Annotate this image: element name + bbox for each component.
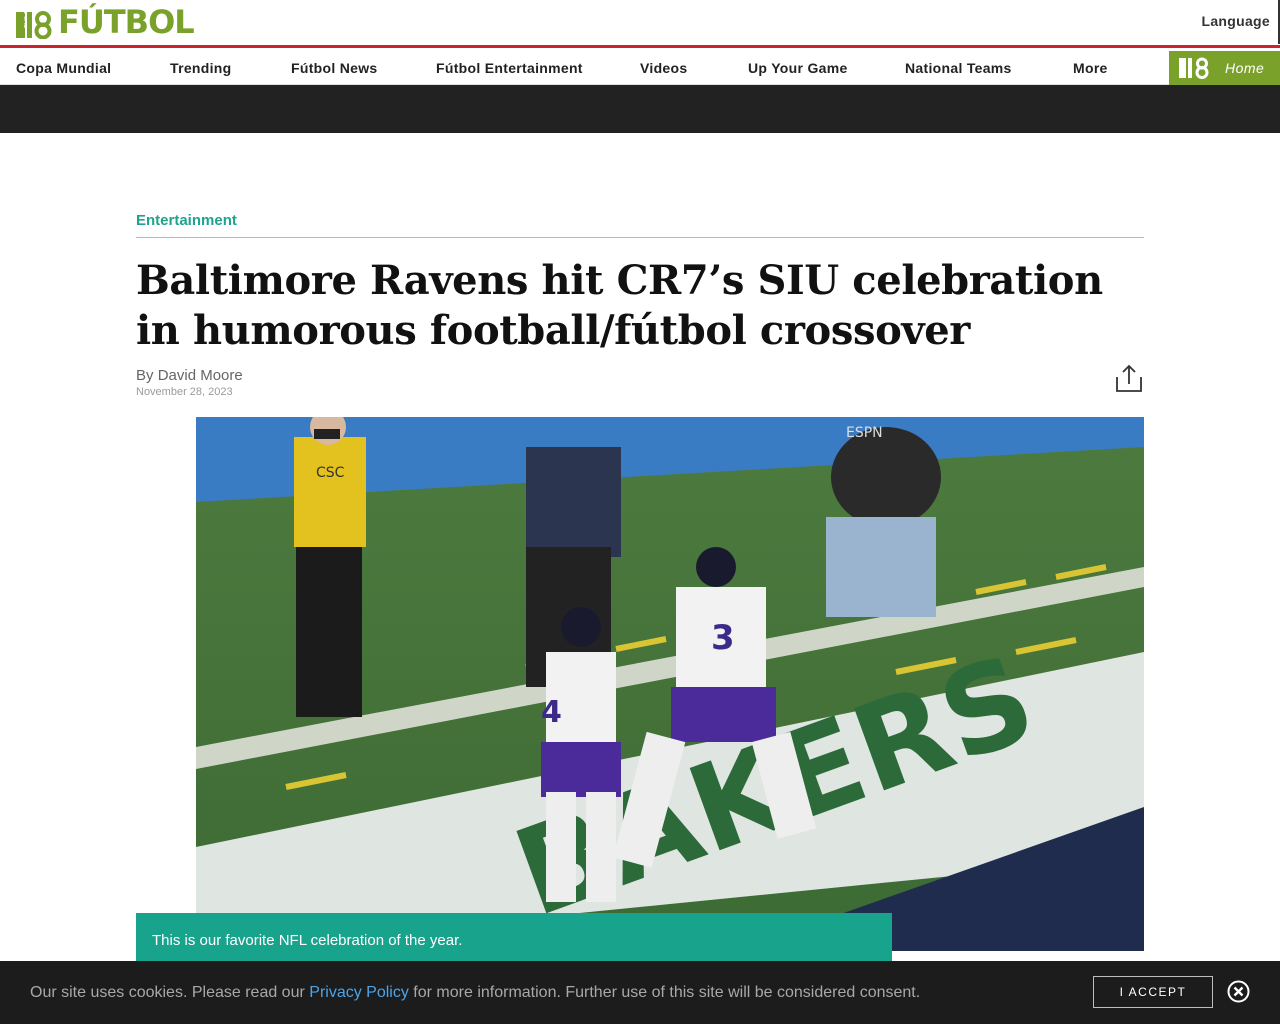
nav-item-futbol-entertainment[interactable]: Fútbol Entertainment bbox=[436, 60, 583, 76]
article-date: November 28, 2023 bbox=[136, 386, 233, 398]
svg-text:ESPN: ESPN bbox=[846, 425, 883, 441]
main-nav: Copa Mundial Trending Fútbol News Fútbol… bbox=[0, 51, 1280, 85]
nav-item-videos[interactable]: Videos bbox=[640, 60, 687, 76]
article-byline: By David Moore bbox=[136, 367, 243, 384]
privacy-policy-link[interactable]: Privacy Policy bbox=[309, 984, 409, 1001]
hero-photo: BAKERS CSC ESPN 3 bbox=[196, 417, 1144, 951]
image-caption: This is our favorite NFL celebration of … bbox=[136, 913, 892, 963]
nav-item-up-your-game[interactable]: Up Your Game bbox=[748, 60, 848, 76]
close-icon[interactable] bbox=[1227, 980, 1250, 1003]
nav-item-more[interactable]: More bbox=[1073, 60, 1108, 76]
accept-cookies-button[interactable]: I ACCEPT bbox=[1093, 976, 1213, 1008]
ad-band bbox=[0, 85, 1280, 133]
cookie-message: Our site uses cookies. Please read our P… bbox=[30, 984, 920, 1002]
article-hero-image: BAKERS CSC ESPN 3 bbox=[196, 417, 1144, 951]
byline-prefix: By bbox=[136, 367, 154, 384]
the18-logo-icon: THE 18 bbox=[16, 6, 52, 39]
language-selector[interactable]: Language bbox=[1201, 13, 1270, 29]
cookie-consent-bar: Our site uses cookies. Please read our P… bbox=[0, 961, 1280, 1024]
author-name[interactable]: David Moore bbox=[158, 367, 243, 384]
svg-text:CSC: CSC bbox=[316, 465, 345, 481]
nav-item-copa-mundial[interactable]: Copa Mundial bbox=[16, 60, 111, 76]
nav-item-futbol-news[interactable]: Fútbol News bbox=[291, 60, 378, 76]
share-icon[interactable] bbox=[1114, 364, 1144, 394]
category-divider bbox=[136, 237, 1144, 238]
cookie-text-after: for more information. Further use of thi… bbox=[413, 984, 921, 1001]
site-logo[interactable]: THE 18 FÚTBOL bbox=[16, 3, 195, 41]
svg-text:3: 3 bbox=[711, 618, 735, 658]
svg-text:4: 4 bbox=[541, 695, 562, 730]
logo-wordmark: FÚTBOL bbox=[58, 3, 195, 41]
article-headline: Baltimore Ravens hit CR7’s SIU celebrati… bbox=[136, 257, 1103, 354]
nav-home-button[interactable]: Home bbox=[1169, 51, 1280, 85]
article-category[interactable]: Entertainment bbox=[136, 212, 237, 229]
nav-item-trending[interactable]: Trending bbox=[170, 60, 232, 76]
cookie-text-before: Our site uses cookies. Please read our bbox=[30, 984, 305, 1001]
nav-home-label: Home bbox=[1225, 60, 1265, 76]
caption-text: This is our favorite NFL celebration of … bbox=[152, 932, 463, 949]
the18-home-icon bbox=[1179, 57, 1209, 79]
nav-item-national-teams[interactable]: National Teams bbox=[905, 60, 1012, 76]
site-header: THE 18 FÚTBOL Language bbox=[0, 0, 1280, 48]
